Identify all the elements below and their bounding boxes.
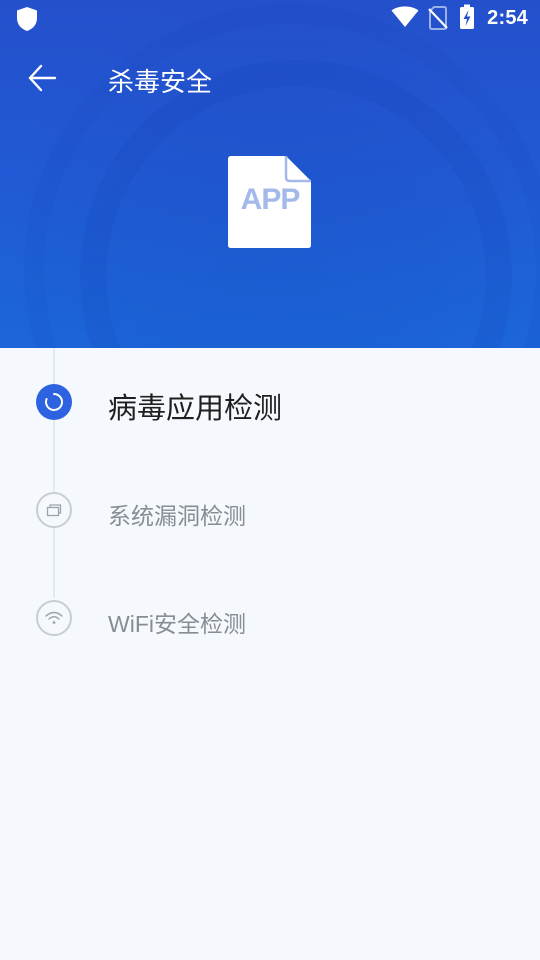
- wifi-icon: [391, 6, 419, 27]
- back-button[interactable]: [16, 54, 68, 102]
- step-status-pending: [36, 492, 72, 528]
- step-label: 系统漏洞检测: [108, 503, 246, 529]
- shield-icon: [17, 7, 37, 31]
- windows-stack-icon: [46, 504, 62, 517]
- no-sim-icon: [428, 6, 448, 30]
- clock-time: 2:54: [487, 7, 528, 29]
- step-label: 病毒应用检测: [108, 393, 283, 425]
- status-bar: 2:54: [0, 0, 540, 36]
- wifi-icon: [45, 611, 63, 624]
- loading-spinner-icon: [45, 393, 63, 411]
- app-bar: 杀毒安全: [0, 40, 540, 116]
- page-title: 杀毒安全: [108, 67, 213, 97]
- step-wifi-security-scan: WiFi安全检测: [0, 588, 540, 648]
- app-file-illustration: APP: [228, 155, 312, 249]
- step-system-vulnerability-scan: 系统漏洞检测: [0, 480, 540, 540]
- step-virus-app-scan: 病毒应用检测: [0, 373, 540, 433]
- header-banner: 2:54 杀毒安全 APP: [0, 0, 540, 348]
- arrow-left-icon: [28, 64, 57, 92]
- battery-charging-icon: [460, 4, 474, 29]
- app-file-label: APP: [240, 183, 301, 216]
- step-status-pending: [36, 600, 72, 636]
- step-status-active: [36, 384, 72, 420]
- step-label: WiFi安全检测: [108, 611, 246, 637]
